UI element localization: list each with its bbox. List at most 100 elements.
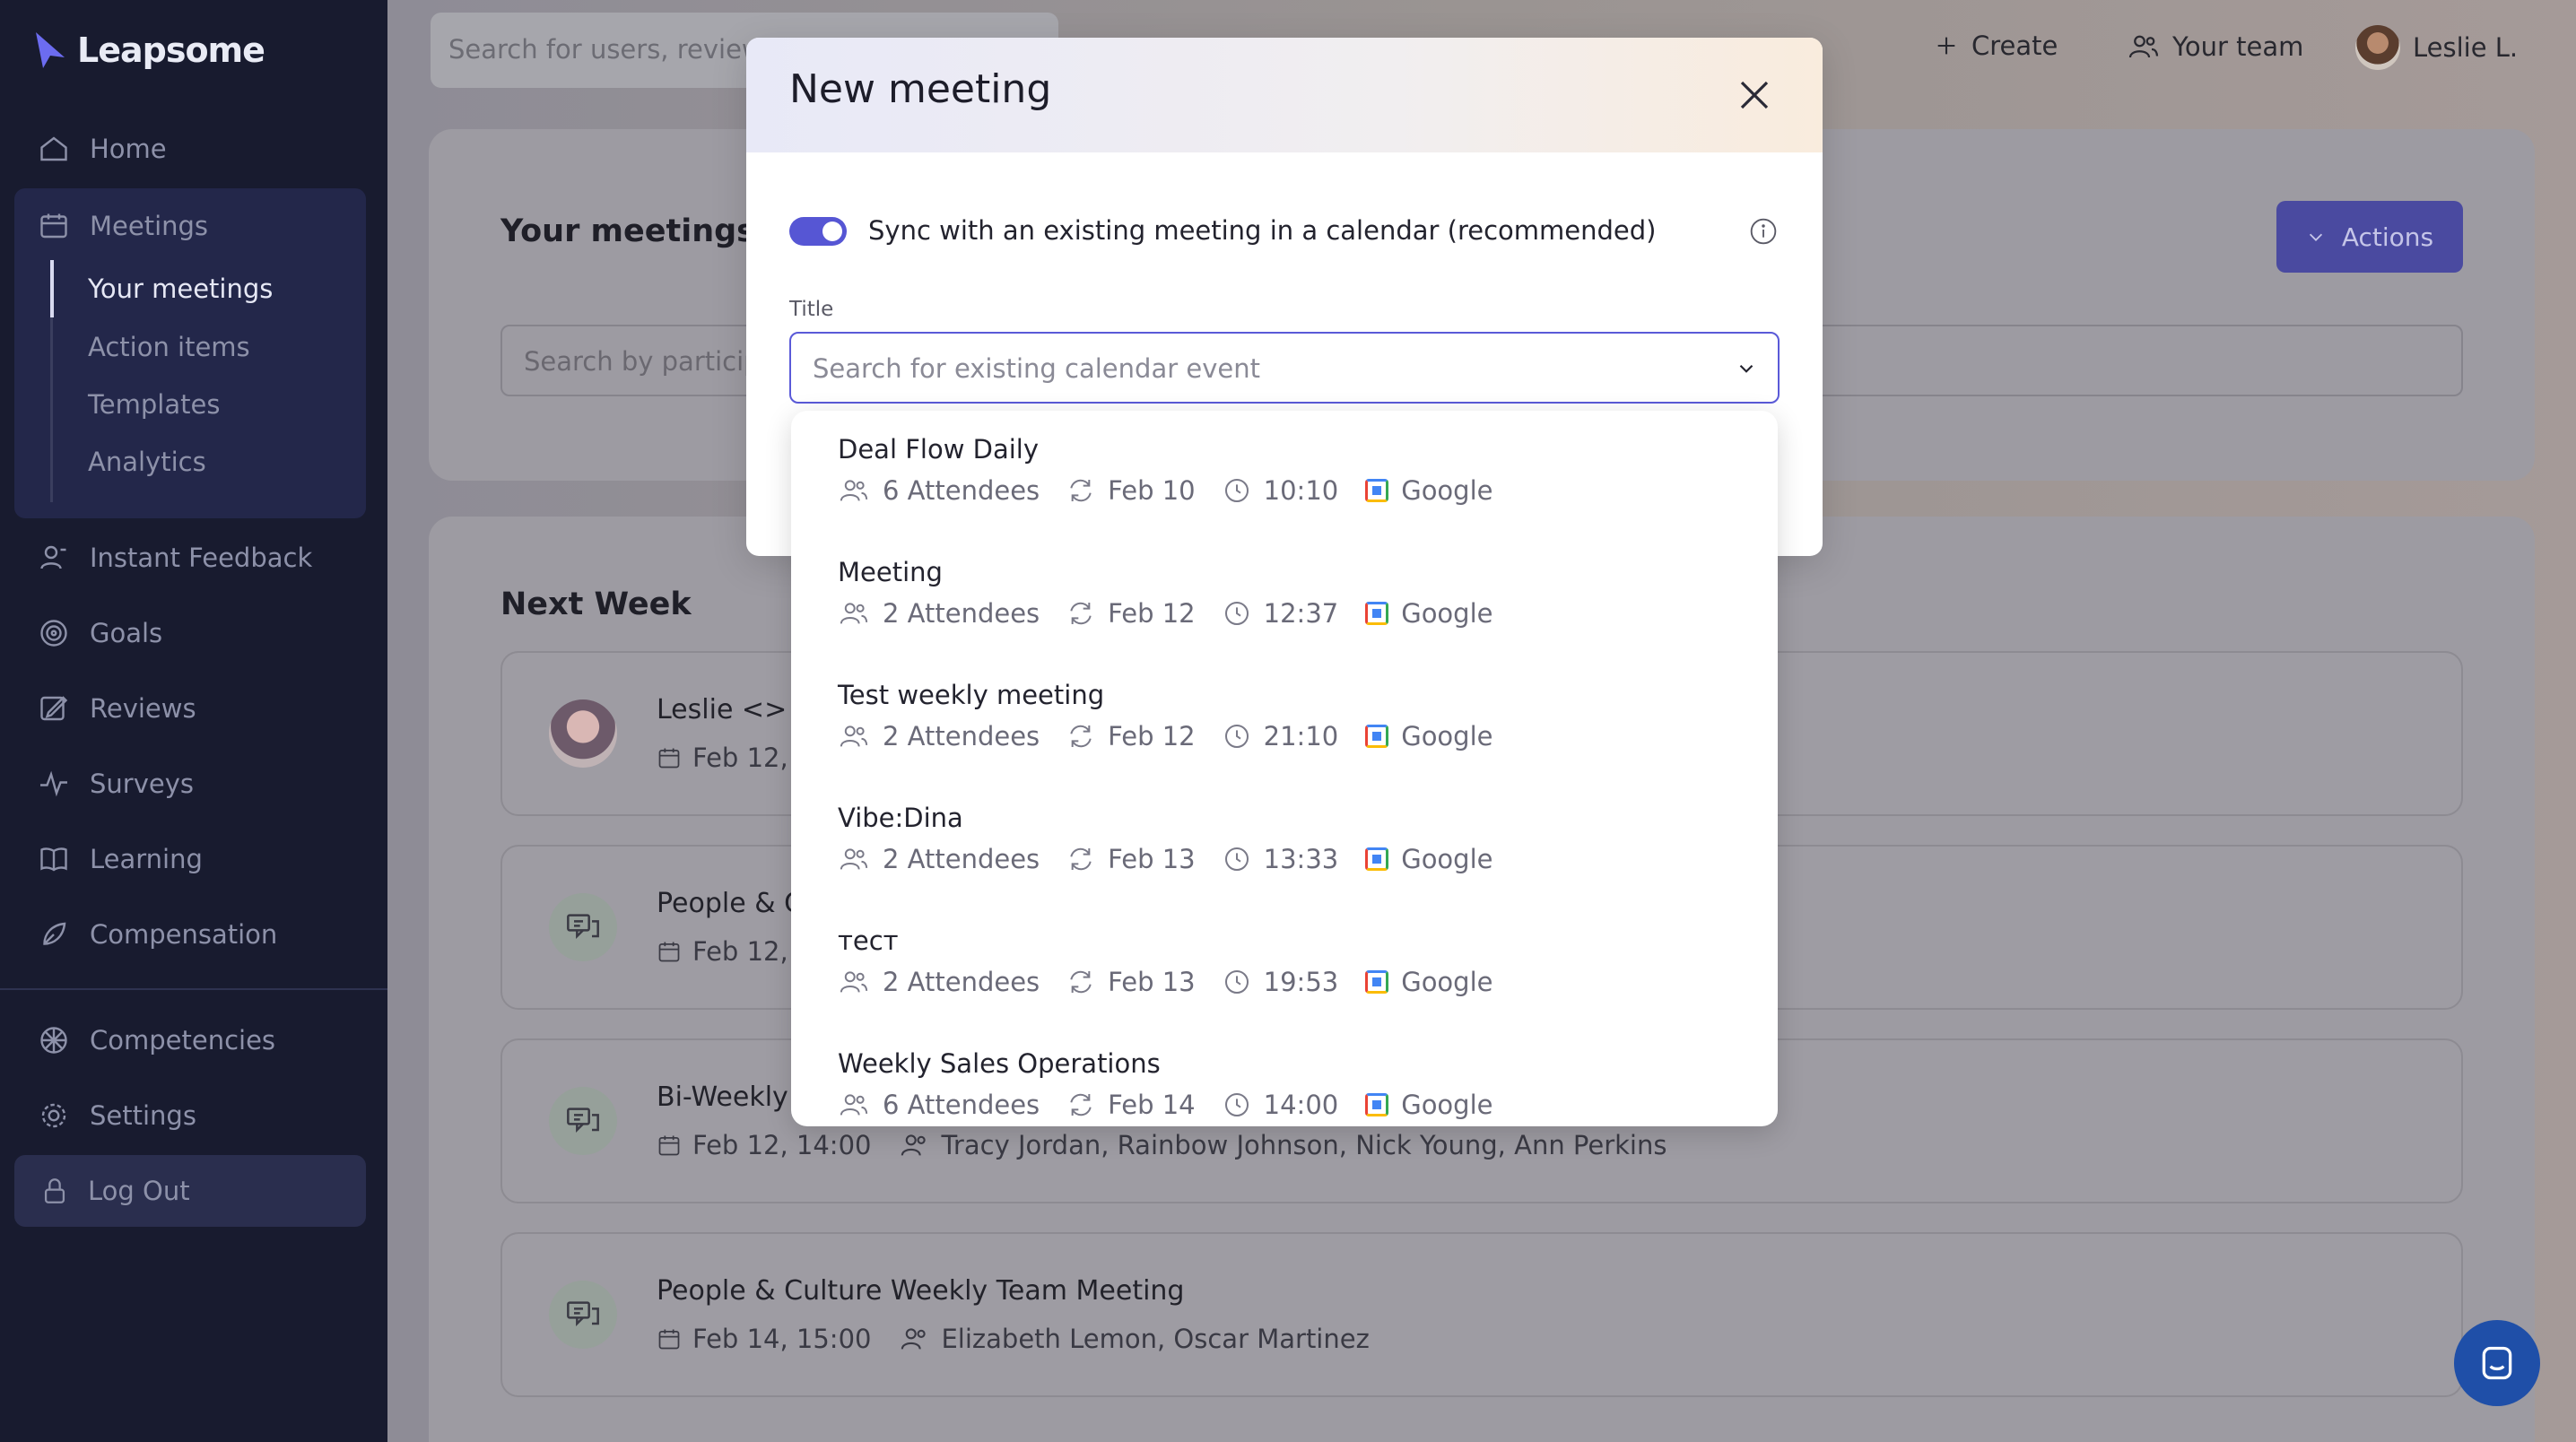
- event-time-text: 21:10: [1263, 721, 1339, 751]
- event-provider: Google: [1365, 475, 1493, 506]
- event-date: Feb 13: [1066, 844, 1196, 874]
- team-label: Your team: [2172, 31, 2304, 62]
- calendar-event-option[interactable]: Weekly Sales Operations 6 Attendees Feb 14…: [791, 1025, 1778, 1126]
- meeting-name: People & C: [657, 888, 804, 919]
- calendar-event-option[interactable]: Test weekly meeting 2 Attendees Feb 12 21:1…: [791, 656, 1778, 779]
- sidebar-item-settings[interactable]: Settings: [14, 1083, 366, 1148]
- sidebar-item-learning[interactable]: Learning: [14, 827, 366, 891]
- calendar-event-option[interactable]: тест 2 Attendees Feb 13 19:53 Google: [791, 902, 1778, 1025]
- meetings-group: Meetings Your meetings Action items Temp…: [14, 188, 366, 518]
- meeting-type-icon: [549, 1281, 617, 1349]
- sidebar-item-label: Learning: [90, 844, 203, 874]
- calendar-event-option[interactable]: Deal Flow Daily 6 Attendees Feb 10 10:10 Goo…: [791, 411, 1778, 534]
- sidebar-subitem-action-items[interactable]: Action items: [88, 332, 250, 362]
- event-attendees-text: 2 Attendees: [883, 721, 1040, 751]
- sidebar-divider: [0, 988, 387, 990]
- event-title: Test weekly meeting: [838, 680, 1105, 710]
- event-provider-text: Google: [1401, 967, 1493, 997]
- close-icon[interactable]: [1733, 74, 1776, 117]
- sidebar-item-home[interactable]: Home: [14, 117, 366, 181]
- calendar-event-option[interactable]: Meeting 2 Attendees Feb 12 12:37 Google: [791, 534, 1778, 656]
- actions-label: Actions: [2341, 222, 2434, 252]
- event-provider: Google: [1365, 967, 1493, 997]
- event-date-text: Feb 13: [1108, 967, 1196, 997]
- event-date-text: Feb 13: [1108, 844, 1196, 874]
- sidebar-item-label: Instant Feedback: [90, 543, 313, 573]
- calendar-event-option[interactable]: Vibe:Dina 2 Attendees Feb 13 13:33 Google: [791, 779, 1778, 902]
- attendees-icon: [840, 725, 868, 747]
- actions-button[interactable]: Actions: [2276, 201, 2463, 273]
- leapsome-logo[interactable]: Leapsome: [32, 30, 265, 70]
- chevron-down-icon: [1739, 364, 1754, 373]
- meeting-name: Bi-Weekly I: [657, 1082, 805, 1113]
- event-provider-text: Google: [1401, 1090, 1493, 1120]
- sidebar-item-reviews[interactable]: Reviews: [14, 676, 366, 741]
- event-title: тест: [838, 925, 899, 956]
- learning-icon: [40, 847, 67, 872]
- event-provider: Google: [1365, 844, 1493, 874]
- event-attendees-text: 2 Attendees: [883, 844, 1040, 874]
- attendees-icon: [840, 603, 868, 624]
- sidebar-item-meetings[interactable]: Meetings: [14, 194, 366, 258]
- section-title: Next Week: [500, 586, 692, 622]
- user-name: Leslie L.: [2413, 32, 2519, 63]
- logout-button[interactable]: Log Out: [14, 1155, 366, 1227]
- sidebar-item-surveys[interactable]: Surveys: [14, 751, 366, 816]
- title-field-label: Title: [789, 298, 834, 321]
- event-date: Feb 10: [1066, 475, 1196, 506]
- sidebar-item-goals[interactable]: Goals: [14, 601, 366, 665]
- create-button[interactable]: Create: [1934, 30, 2058, 61]
- goals-icon: [40, 620, 67, 647]
- sidebar-item-instant-feedback[interactable]: Instant Feedback: [14, 526, 366, 590]
- sidebar-item-label: Compensation: [90, 919, 278, 950]
- event-meta: 6 Attendees Feb 14 14:00 Google: [838, 1090, 1519, 1120]
- event-date: Feb 14: [1066, 1090, 1196, 1120]
- event-attendees: 6 Attendees: [838, 1090, 1040, 1120]
- meetings-icon: [40, 213, 67, 239]
- user-menu[interactable]: Leslie L.: [2355, 25, 2518, 70]
- event-attendees-text: 2 Attendees: [883, 598, 1040, 629]
- event-time-text: 14:00: [1263, 1090, 1339, 1120]
- leapsome-logo-icon: [36, 32, 65, 68]
- sidebar-item-label: Settings: [90, 1100, 196, 1131]
- sidebar-item-label: Home: [90, 134, 167, 164]
- clock-icon: [1224, 847, 1249, 871]
- sidebar-item-competencies[interactable]: Competencies: [14, 1008, 366, 1073]
- recurring-icon: [1070, 970, 1092, 994]
- sidebar-subitem-your-meetings[interactable]: Your meetings: [88, 274, 273, 304]
- event-attendees-text: 6 Attendees: [883, 475, 1040, 506]
- participant-avatar: [549, 699, 617, 768]
- calendar-icon: [658, 748, 680, 769]
- sync-calendar-label: Sync with an existing meeting in a calen…: [868, 215, 1657, 246]
- event-provider: Google: [1365, 598, 1493, 629]
- sidebar-subitem-templates[interactable]: Templates: [88, 389, 220, 420]
- meeting-type-icon: [549, 893, 617, 961]
- meeting-meta: Feb 14, 15:00 Elizabeth Lemon, Oscar Mar…: [657, 1324, 1370, 1354]
- compensation-icon: [43, 922, 66, 945]
- info-icon[interactable]: [1749, 217, 1778, 246]
- event-provider: Google: [1365, 1090, 1493, 1120]
- google-calendar-icon: [1365, 602, 1389, 625]
- event-time-text: 10:10: [1263, 475, 1339, 506]
- sidebar-subitem-analytics[interactable]: Analytics: [88, 447, 206, 477]
- clock-icon: [1224, 725, 1249, 748]
- chat-launcher-button[interactable]: [2454, 1320, 2540, 1406]
- calendar-event-select[interactable]: Search for existing calendar event: [789, 332, 1780, 404]
- user-avatar: [2355, 25, 2400, 70]
- modal-title: New meeting: [789, 66, 1052, 112]
- event-provider: Google: [1365, 721, 1493, 751]
- attendees-icon: [840, 848, 868, 870]
- sidebar-item-label: Competencies: [90, 1025, 276, 1055]
- select-placeholder: Search for existing calendar event: [813, 353, 1260, 384]
- event-provider-text: Google: [1401, 598, 1493, 629]
- reviews-icon: [40, 696, 68, 721]
- sidebar-item-label: Surveys: [90, 769, 194, 799]
- event-time-text: 12:37: [1263, 598, 1339, 629]
- your-team-button[interactable]: Your team: [2128, 30, 2303, 63]
- event-title: Deal Flow Daily: [838, 434, 1040, 465]
- meeting-row[interactable]: People & Culture Weekly Team Meeting Feb…: [500, 1232, 2463, 1397]
- sidebar-item-compensation[interactable]: Compensation: [14, 902, 366, 967]
- participants-icon: [901, 1328, 927, 1350]
- sync-calendar-toggle[interactable]: [789, 217, 847, 246]
- event-time: 19:53: [1223, 967, 1338, 997]
